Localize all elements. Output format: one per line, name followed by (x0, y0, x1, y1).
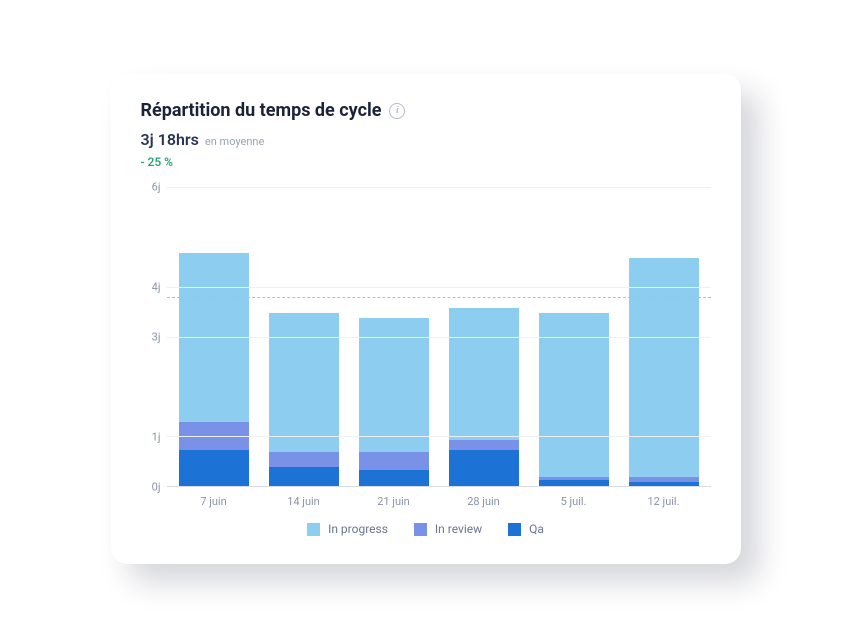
gridline (167, 436, 711, 437)
bars-container (167, 188, 711, 487)
legend-item[interactable]: In review (414, 522, 482, 536)
chart-plot-area: 0j1j3j4j6j (141, 187, 711, 487)
y-tick-label: 1j (152, 431, 161, 444)
bar-segment (359, 470, 429, 487)
y-tick-label: 3j (152, 331, 161, 344)
bar-group[interactable] (449, 188, 519, 487)
legend-item[interactable]: Qa (508, 522, 544, 536)
bar-group[interactable] (629, 188, 699, 487)
y-tick-label: 6j (152, 181, 161, 194)
bar-segment (359, 452, 429, 469)
x-tick-label: 12 juil. (629, 495, 699, 508)
bar-segment (269, 313, 339, 453)
average-label: en moyenne (205, 135, 264, 148)
info-icon[interactable]: i (389, 103, 405, 119)
bar-segment (359, 318, 429, 453)
plot-region (167, 187, 711, 487)
baseline (167, 486, 711, 487)
legend-label: Qa (529, 522, 544, 536)
x-tick-label: 14 juin (269, 495, 339, 508)
x-tick-label: 21 juin (359, 495, 429, 508)
title-row: Répartition du temps de cycle i (141, 100, 711, 121)
x-tick-label: 5 juil. (539, 495, 609, 508)
bar-segment (449, 308, 519, 440)
reference-line (167, 297, 711, 298)
legend-label: In review (435, 522, 482, 536)
bar-segment (449, 450, 519, 487)
card-title: Répartition du temps de cycle (141, 100, 382, 121)
bar-segment (629, 258, 699, 477)
legend-swatch (508, 523, 521, 536)
legend-swatch (307, 523, 320, 536)
bar-group[interactable] (539, 188, 609, 487)
bar-segment (179, 450, 249, 487)
bar-segment (179, 253, 249, 422)
bar-group[interactable] (359, 188, 429, 487)
gridline (167, 287, 711, 288)
legend-label: In progress (328, 522, 388, 536)
x-tick-label: 28 juin (449, 495, 519, 508)
bar-segment (269, 467, 339, 487)
average-row: 3j 18hrs en moyenne (141, 130, 711, 149)
delta-badge: - 25 % (141, 155, 711, 169)
card-header: Répartition du temps de cycle i 3j 18hrs… (141, 100, 711, 169)
average-value: 3j 18hrs (141, 130, 199, 149)
gridline (167, 337, 711, 338)
legend-item[interactable]: In progress (307, 522, 388, 536)
y-axis: 0j1j3j4j6j (141, 187, 167, 487)
chart-card: Répartition du temps de cycle i 3j 18hrs… (111, 74, 741, 564)
bar-group[interactable] (269, 188, 339, 487)
bar-segment (269, 452, 339, 467)
y-tick-label: 0j (152, 481, 161, 494)
legend: In progress In review Qa (141, 522, 711, 536)
y-tick-label: 4j (152, 281, 161, 294)
bar-segment (449, 440, 519, 450)
legend-swatch (414, 523, 427, 536)
x-axis: 7 juin 14 juin 21 juin 28 juin 5 juil. 12 jui… (167, 487, 711, 508)
x-tick-label: 7 juin (179, 495, 249, 508)
bar-group[interactable] (179, 188, 249, 487)
